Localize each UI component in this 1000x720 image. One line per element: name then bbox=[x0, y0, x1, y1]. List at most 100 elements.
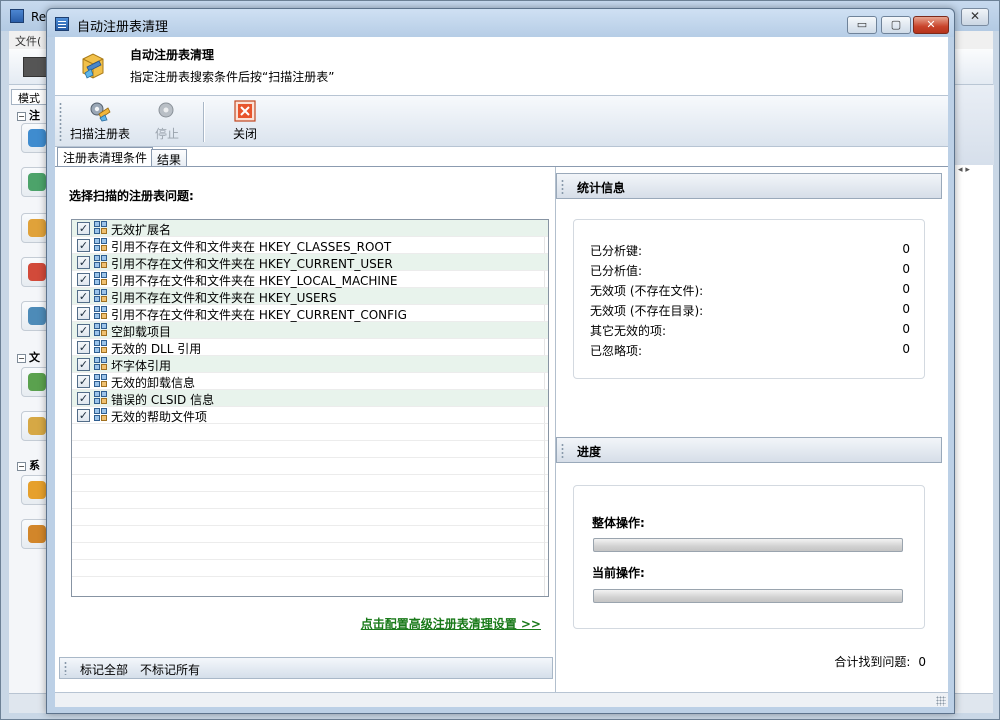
issue-list[interactable]: ✓ 无效扩展名 ✓ 引用不存在文件和文件夹在 HKEY_CLASSES_ROOT ✓ 引用… bbox=[71, 219, 549, 597]
background-window-title: Re bbox=[31, 10, 47, 24]
list-item[interactable]: ✓ 无效的卸载信息 bbox=[72, 373, 548, 390]
sidebar-group[interactable]: − 注 bbox=[17, 107, 40, 123]
issue-label: 引用不存在文件和文件夹在 HKEY_CURRENT_USER bbox=[111, 257, 393, 271]
stop-button[interactable]: 停止 bbox=[147, 100, 187, 144]
stats-pane: 统计信息 已分析键: 0 已分析值: 0 无效项 (不存在文件): 0 无效项 (不存在目录… bbox=[555, 167, 948, 693]
dialog-statusbar bbox=[55, 692, 948, 707]
progress-header: 进度 bbox=[556, 437, 942, 463]
close-label: 关闭 bbox=[232, 127, 257, 141]
stat-label: 已分析值: bbox=[590, 264, 643, 278]
stop-gear-icon bbox=[158, 102, 174, 118]
toolbar-grip bbox=[59, 102, 62, 142]
empty-list-row bbox=[72, 458, 548, 475]
sidebar-group[interactable]: − 文 bbox=[17, 349, 40, 365]
background-right-header bbox=[950, 85, 994, 165]
stat-row: 无效项 (不存在目录): 0 bbox=[590, 302, 910, 320]
list-item[interactable]: ✓ 错误的 CLSID 信息 bbox=[72, 390, 548, 407]
total-issues: 合计找到问题: 0 bbox=[834, 653, 926, 670]
auto-registry-clean-dialog: 自动注册表清理 ▭ ▢ ✕ 自动注册表清理 指定注册表搜索条件后按“扫描注册表” bbox=[46, 8, 955, 714]
issues-label: 选择扫描的注册表问题: bbox=[69, 189, 194, 203]
empty-list-row bbox=[72, 492, 548, 509]
minimize-button[interactable]: ▭ bbox=[847, 16, 877, 34]
close-window-button[interactable]: ✕ bbox=[913, 16, 949, 34]
list-item[interactable]: ✓ 无效的 DLL 引用 bbox=[72, 339, 548, 356]
list-item[interactable]: ✓ 引用不存在文件和文件夹在 HKEY_CURRENT_CONFIG bbox=[72, 305, 548, 322]
stat-row: 已忽略项: 0 bbox=[590, 342, 910, 360]
issue-label: 坏字体引用 bbox=[111, 359, 172, 373]
mark-all-button[interactable]: 标记全部 bbox=[80, 661, 128, 678]
issue-label: 空卸载项目 bbox=[111, 325, 172, 339]
issue-label: 错误的 CLSID 信息 bbox=[111, 393, 215, 407]
list-item[interactable]: ✓ 无效扩展名 bbox=[72, 220, 548, 237]
unmark-all-button[interactable]: 不标记所有 bbox=[140, 661, 200, 678]
list-item[interactable]: ✓ 引用不存在文件和文件夹在 HKEY_CURRENT_USER bbox=[72, 254, 548, 271]
dialog-titlebar[interactable]: 自动注册表清理 ▭ ▢ ✕ bbox=[47, 9, 954, 37]
header-title: 自动注册表清理 bbox=[130, 48, 215, 62]
background-right-panel: ◂ ▸ bbox=[949, 85, 994, 693]
scan-registry-button[interactable]: 扫描注册表 bbox=[65, 100, 135, 144]
stats-header: 统计信息 bbox=[556, 173, 942, 199]
stats-header-grip bbox=[561, 179, 564, 194]
stat-label: 其它无效的项: bbox=[590, 324, 667, 338]
issue-checkbox[interactable]: ✓ bbox=[77, 375, 90, 388]
menu-file[interactable]: 文件( bbox=[15, 33, 41, 49]
resize-grip[interactable] bbox=[936, 696, 946, 706]
empty-list-row bbox=[72, 526, 548, 543]
current-operation-label: 当前操作: bbox=[592, 566, 645, 580]
registry-item-icon bbox=[94, 221, 109, 236]
progress-box: 整体操作: 当前操作: bbox=[573, 485, 925, 629]
issue-checkbox[interactable]: ✓ bbox=[77, 239, 90, 252]
issue-label: 引用不存在文件和文件夹在 HKEY_LOCAL_MACHINE bbox=[111, 274, 398, 288]
total-issues-value: 0 bbox=[918, 655, 926, 669]
issue-checkbox[interactable]: ✓ bbox=[77, 290, 90, 303]
scan-gear-icon bbox=[90, 102, 111, 122]
background-close-button[interactable]: ✕ bbox=[961, 8, 989, 26]
issue-checkbox[interactable]: ✓ bbox=[77, 324, 90, 337]
stat-value: 0 bbox=[902, 322, 910, 336]
stat-label: 已分析键: bbox=[590, 244, 643, 258]
stat-row: 无效项 (不存在文件): 0 bbox=[590, 282, 910, 300]
registry-item-icon bbox=[94, 340, 109, 355]
mode-tab[interactable]: 模式 bbox=[11, 89, 49, 105]
list-item[interactable]: ✓ 引用不存在文件和文件夹在 HKEY_USERS bbox=[72, 288, 548, 305]
empty-list-row bbox=[72, 424, 548, 441]
stat-row: 其它无效的项: 0 bbox=[590, 322, 910, 340]
issue-checkbox[interactable]: ✓ bbox=[77, 256, 90, 269]
stat-row: 已分析值: 0 bbox=[590, 262, 910, 280]
overall-progress-bar bbox=[593, 538, 903, 552]
issue-checkbox[interactable]: ✓ bbox=[77, 409, 90, 422]
list-item[interactable]: ✓ 无效的帮助文件项 bbox=[72, 407, 548, 424]
stat-row: 已分析键: 0 bbox=[590, 242, 910, 260]
empty-list-row bbox=[72, 475, 548, 492]
scroll-arrows-icon[interactable]: ◂ ▸ bbox=[958, 165, 970, 175]
empty-list-row bbox=[72, 441, 548, 458]
registry-item-icon bbox=[94, 272, 109, 287]
issue-checkbox[interactable]: ✓ bbox=[77, 273, 90, 286]
issue-checkbox[interactable]: ✓ bbox=[77, 392, 90, 405]
stat-value: 0 bbox=[902, 262, 910, 276]
total-issues-label: 合计找到问题: bbox=[834, 655, 911, 669]
sidebar-group[interactable]: − 系 bbox=[17, 457, 40, 473]
issue-label: 无效的卸载信息 bbox=[111, 376, 196, 390]
stat-label: 已忽略项: bbox=[590, 344, 643, 358]
progress-title: 进度 bbox=[577, 445, 602, 459]
maximize-button[interactable]: ▢ bbox=[881, 16, 911, 34]
stat-value: 0 bbox=[902, 282, 910, 296]
list-item[interactable]: ✓ 引用不存在文件和文件夹在 HKEY_CLASSES_ROOT bbox=[72, 237, 548, 254]
list-item[interactable]: ✓ 坏字体引用 bbox=[72, 356, 548, 373]
dialog-body: 自动注册表清理 指定注册表搜索条件后按“扫描注册表” 扫描注册表 停止 关闭 注… bbox=[55, 37, 948, 707]
issue-checkbox[interactable]: ✓ bbox=[77, 222, 90, 235]
stats-title: 统计信息 bbox=[577, 181, 626, 195]
issue-checkbox[interactable]: ✓ bbox=[77, 307, 90, 320]
conditions-tabpage: 选择扫描的注册表问题: ✓ 无效扩展名 ✓ 引用不存在文件和文件夹在 HKEY_CLA… bbox=[55, 166, 948, 693]
list-item[interactable]: ✓ 引用不存在文件和文件夹在 HKEY_LOCAL_MACHINE bbox=[72, 271, 548, 288]
dialog-header: 自动注册表清理 指定注册表搜索条件后按“扫描注册表” bbox=[55, 37, 948, 95]
list-item[interactable]: ✓ 空卸载项目 bbox=[72, 322, 548, 339]
issue-checkbox[interactable]: ✓ bbox=[77, 341, 90, 354]
advanced-settings-link[interactable]: 点击配置高级注册表清理设置 >> bbox=[361, 615, 541, 632]
tab-clean-conditions[interactable]: 注册表清理条件 bbox=[57, 147, 154, 167]
background-sidebar: 模式 − 注 − 文 − 系 bbox=[9, 85, 51, 693]
close-button[interactable]: 关闭 bbox=[225, 100, 265, 144]
issue-checkbox[interactable]: ✓ bbox=[77, 358, 90, 371]
tab-results[interactable]: 结果 bbox=[151, 149, 188, 167]
